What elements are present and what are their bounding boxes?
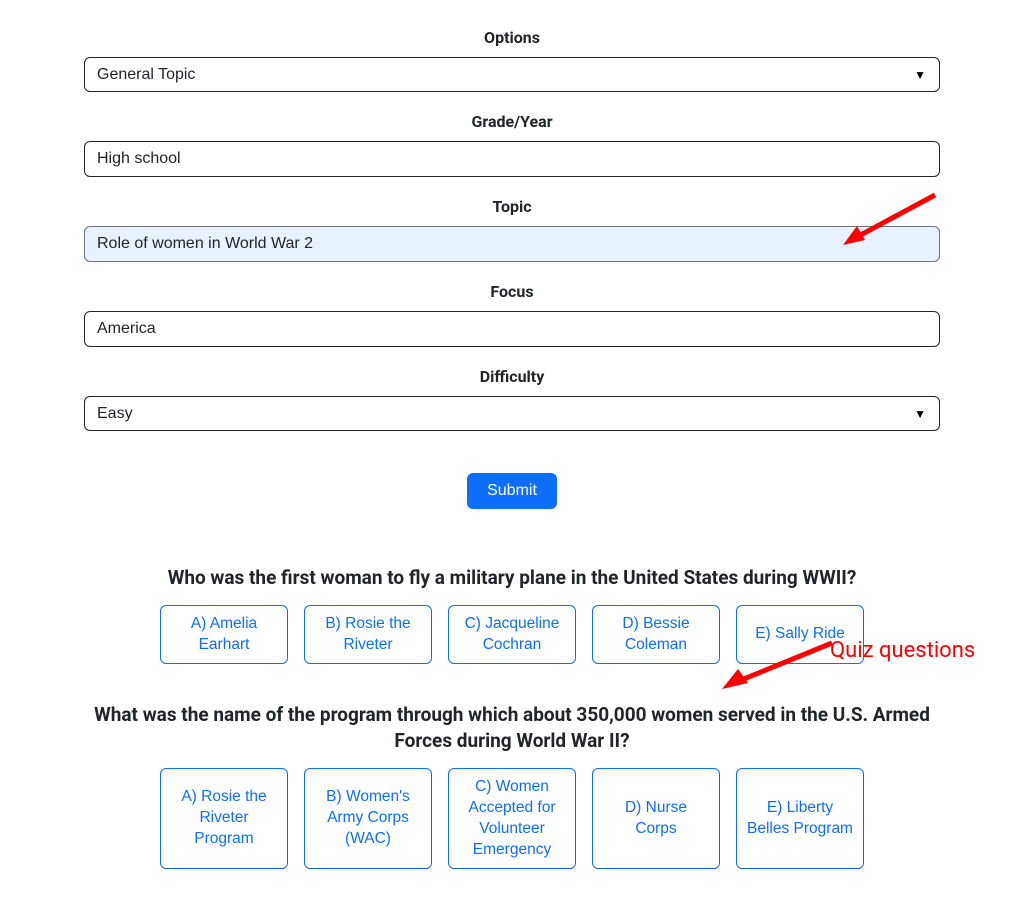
grade-field: Grade/Year bbox=[84, 112, 940, 177]
answer-option[interactable]: D) Nurse Corps bbox=[592, 768, 720, 870]
answer-option[interactable]: E) Liberty Belles Program bbox=[736, 768, 864, 870]
question-2: What was the name of the program through… bbox=[84, 702, 940, 869]
grade-input[interactable] bbox=[84, 141, 940, 177]
difficulty-select-wrap: Easy ▼ bbox=[84, 396, 940, 431]
options-field: Options General Topic ▼ bbox=[84, 28, 940, 92]
answer-option[interactable]: C) Women Accepted for Volunteer Emergenc… bbox=[448, 768, 576, 870]
answer-option[interactable]: D) Bessie Coleman bbox=[592, 605, 720, 665]
focus-field: Focus bbox=[84, 282, 940, 347]
answer-option[interactable]: B) Women's Army Corps (WAC) bbox=[304, 768, 432, 870]
submit-wrap: Submit bbox=[84, 473, 940, 509]
answer-option[interactable]: A) Amelia Earhart bbox=[160, 605, 288, 665]
answer-option[interactable]: B) Rosie the Riveter bbox=[304, 605, 432, 665]
options-select[interactable]: General Topic bbox=[84, 57, 940, 92]
focus-input[interactable] bbox=[84, 311, 940, 347]
question-text: What was the name of the program through… bbox=[84, 702, 940, 753]
answer-row: A) Amelia Earhart B) Rosie the Riveter C… bbox=[84, 605, 940, 665]
submit-button[interactable]: Submit bbox=[467, 473, 557, 509]
topic-input[interactable] bbox=[84, 226, 940, 262]
grade-label: Grade/Year bbox=[84, 112, 940, 131]
annotation-label: Quiz questions bbox=[830, 638, 975, 663]
difficulty-label: Difficulty bbox=[84, 367, 940, 386]
difficulty-select[interactable]: Easy bbox=[84, 396, 940, 431]
answer-option[interactable]: A) Rosie the Riveter Program bbox=[160, 768, 288, 870]
options-select-wrap: General Topic ▼ bbox=[84, 57, 940, 92]
answer-option[interactable]: C) Jacqueline Cochran bbox=[448, 605, 576, 665]
topic-label: Topic bbox=[84, 197, 940, 216]
question-text: Who was the first woman to fly a militar… bbox=[84, 565, 940, 591]
topic-field: Topic bbox=[84, 197, 940, 262]
answer-row: A) Rosie the Riveter Program B) Women's … bbox=[84, 768, 940, 870]
difficulty-field: Difficulty Easy ▼ bbox=[84, 367, 940, 431]
options-label: Options bbox=[84, 28, 940, 47]
focus-label: Focus bbox=[84, 282, 940, 301]
question-1: Who was the first woman to fly a militar… bbox=[84, 565, 940, 664]
